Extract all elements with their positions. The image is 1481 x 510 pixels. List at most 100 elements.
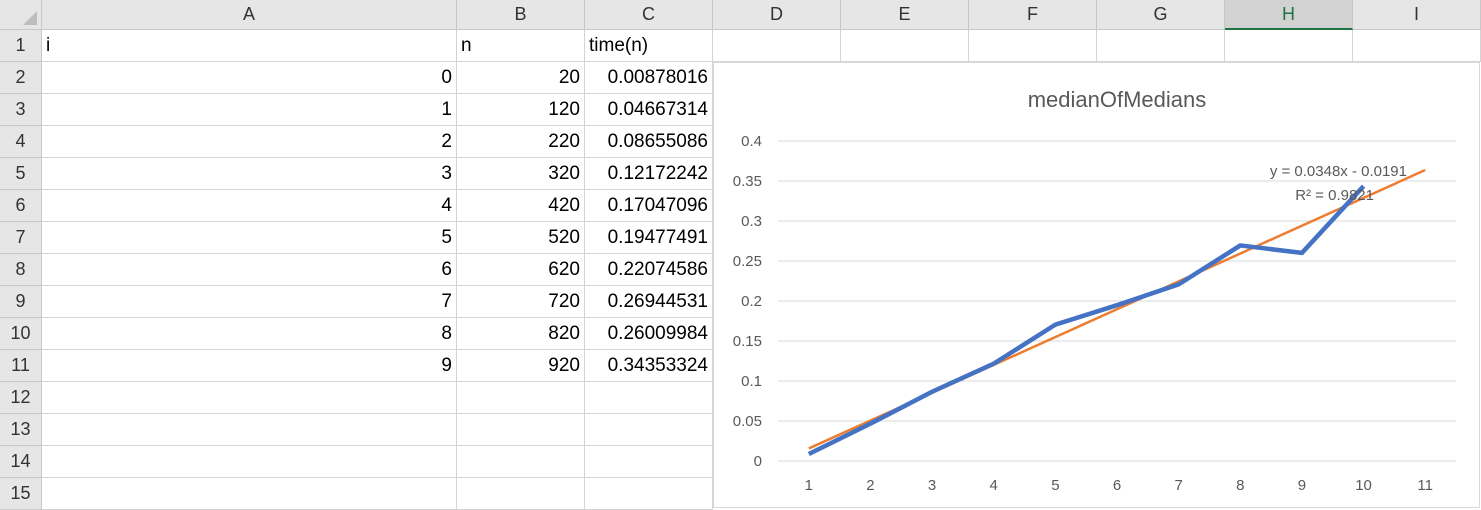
cell-c12[interactable] — [585, 382, 713, 414]
column-header-b[interactable]: B — [457, 0, 585, 30]
cell-c14[interactable] — [585, 446, 713, 478]
cell-c4[interactable]: 0.08655086 — [585, 126, 713, 158]
cell-e1[interactable] — [841, 30, 969, 62]
x-tick-label: 6 — [1113, 477, 1121, 494]
row-header-4[interactable]: 4 — [0, 126, 42, 158]
row-header-8[interactable]: 8 — [0, 254, 42, 286]
cell-c11[interactable]: 0.34353324 — [585, 350, 713, 382]
x-tick-label: 4 — [990, 477, 998, 494]
cell-b1[interactable]: n — [457, 30, 585, 62]
x-tick-label: 3 — [928, 477, 936, 494]
select-all-corner[interactable] — [0, 0, 42, 30]
trendline-r-squared: R² = 0.9821 — [1295, 187, 1374, 204]
series-line — [807, 184, 1366, 456]
cell-b3[interactable]: 120 — [457, 94, 585, 126]
column-header-h[interactable]: H — [1225, 0, 1353, 30]
y-tick-label: 0.35 — [733, 173, 762, 190]
x-tick-label: 1 — [805, 477, 813, 494]
y-tick-label: 0.2 — [741, 293, 762, 310]
cell-c3[interactable]: 0.04667314 — [585, 94, 713, 126]
y-tick-label: 0.05 — [733, 413, 762, 430]
cell-b12[interactable] — [457, 382, 585, 414]
chart-title: medianOfMedians — [1028, 87, 1207, 112]
cell-h1[interactable] — [1225, 30, 1353, 62]
y-tick-label: 0.1 — [741, 373, 762, 390]
cell-b9[interactable]: 720 — [457, 286, 585, 318]
row-header-10[interactable]: 10 — [0, 318, 42, 350]
column-header-c[interactable]: C — [585, 0, 713, 30]
row-header-15[interactable]: 15 — [0, 478, 42, 510]
x-tick-label: 10 — [1355, 477, 1372, 494]
cell-a4[interactable]: 2 — [42, 126, 457, 158]
cell-b5[interactable]: 320 — [457, 158, 585, 190]
cell-c6[interactable]: 0.17047096 — [585, 190, 713, 222]
cell-c7[interactable]: 0.19477491 — [585, 222, 713, 254]
cell-c8[interactable]: 0.22074586 — [585, 254, 713, 286]
cell-c10[interactable]: 0.26009984 — [585, 318, 713, 350]
cell-b2[interactable]: 20 — [457, 62, 585, 94]
column-header-d[interactable]: D — [713, 0, 841, 30]
cell-c9[interactable]: 0.26944531 — [585, 286, 713, 318]
cell-c1[interactable]: time(n) — [585, 30, 713, 62]
cell-a12[interactable] — [42, 382, 457, 414]
x-tick-label: 8 — [1236, 477, 1244, 494]
cell-a6[interactable]: 4 — [42, 190, 457, 222]
cell-g1[interactable] — [1097, 30, 1225, 62]
cell-a3[interactable]: 1 — [42, 94, 457, 126]
cell-c15[interactable] — [585, 478, 713, 510]
x-tick-label: 7 — [1174, 477, 1182, 494]
cell-b11[interactable]: 920 — [457, 350, 585, 382]
cell-a1[interactable]: i — [42, 30, 457, 62]
cell-b8[interactable]: 620 — [457, 254, 585, 286]
chart-plot: medianOfMedians 0 0.05 0.1 0.15 0.2 0.25 0.3 0.3… — [733, 87, 1456, 494]
cell-a7[interactable]: 5 — [42, 222, 457, 254]
column-header-g[interactable]: G — [1097, 0, 1225, 30]
cell-c13[interactable] — [585, 414, 713, 446]
column-header-e[interactable]: E — [841, 0, 969, 30]
cell-b14[interactable] — [457, 446, 585, 478]
row-header-11[interactable]: 11 — [0, 350, 42, 382]
cell-a15[interactable] — [42, 478, 457, 510]
column-header-f[interactable]: F — [969, 0, 1097, 30]
cell-a10[interactable]: 8 — [42, 318, 457, 350]
cell-b10[interactable]: 820 — [457, 318, 585, 350]
row-header-5[interactable]: 5 — [0, 158, 42, 190]
cell-b7[interactable]: 520 — [457, 222, 585, 254]
row-header-13[interactable]: 13 — [0, 414, 42, 446]
column-header-i[interactable]: I — [1353, 0, 1481, 30]
cell-a5[interactable]: 3 — [42, 158, 457, 190]
row-header-1[interactable]: 1 — [0, 30, 42, 62]
cell-a9[interactable]: 7 — [42, 286, 457, 318]
row-header-7[interactable]: 7 — [0, 222, 42, 254]
cell-c2[interactable]: 0.00878016 — [585, 62, 713, 94]
x-tick-label: 2 — [866, 477, 874, 494]
cell-c5[interactable]: 0.12172242 — [585, 158, 713, 190]
cell-a11[interactable]: 9 — [42, 350, 457, 382]
cell-b4[interactable]: 220 — [457, 126, 585, 158]
row-header-6[interactable]: 6 — [0, 190, 42, 222]
chart-median-of-medians[interactable]: medianOfMedians 0 0.05 0.1 0.15 0.2 0.25 0.3 0.3… — [713, 62, 1480, 508]
cell-f1[interactable] — [969, 30, 1097, 62]
row-header-12[interactable]: 12 — [0, 382, 42, 414]
cell-b15[interactable] — [457, 478, 585, 510]
y-tick-label: 0.4 — [741, 133, 762, 150]
cell-i1[interactable] — [1353, 30, 1481, 62]
row-header-9[interactable]: 9 — [0, 286, 42, 318]
cell-a8[interactable]: 6 — [42, 254, 457, 286]
x-tick-label: 11 — [1417, 477, 1433, 494]
trendline-equation: y = 0.0348x - 0.0191 — [1270, 163, 1407, 180]
y-tick-label: 0 — [754, 453, 762, 470]
x-tick-label: 9 — [1298, 477, 1306, 494]
cell-b6[interactable]: 420 — [457, 190, 585, 222]
row-header-2[interactable]: 2 — [0, 62, 42, 94]
row-header-3[interactable]: 3 — [0, 94, 42, 126]
cell-a14[interactable] — [42, 446, 457, 478]
cell-d1[interactable] — [713, 30, 841, 62]
cell-b13[interactable] — [457, 414, 585, 446]
select-all-triangle-icon — [23, 11, 37, 25]
cell-a2[interactable]: 0 — [42, 62, 457, 94]
cell-a13[interactable] — [42, 414, 457, 446]
row-header-14[interactable]: 14 — [0, 446, 42, 478]
y-tick-label: 0.3 — [741, 213, 762, 230]
column-header-a[interactable]: A — [42, 0, 457, 30]
